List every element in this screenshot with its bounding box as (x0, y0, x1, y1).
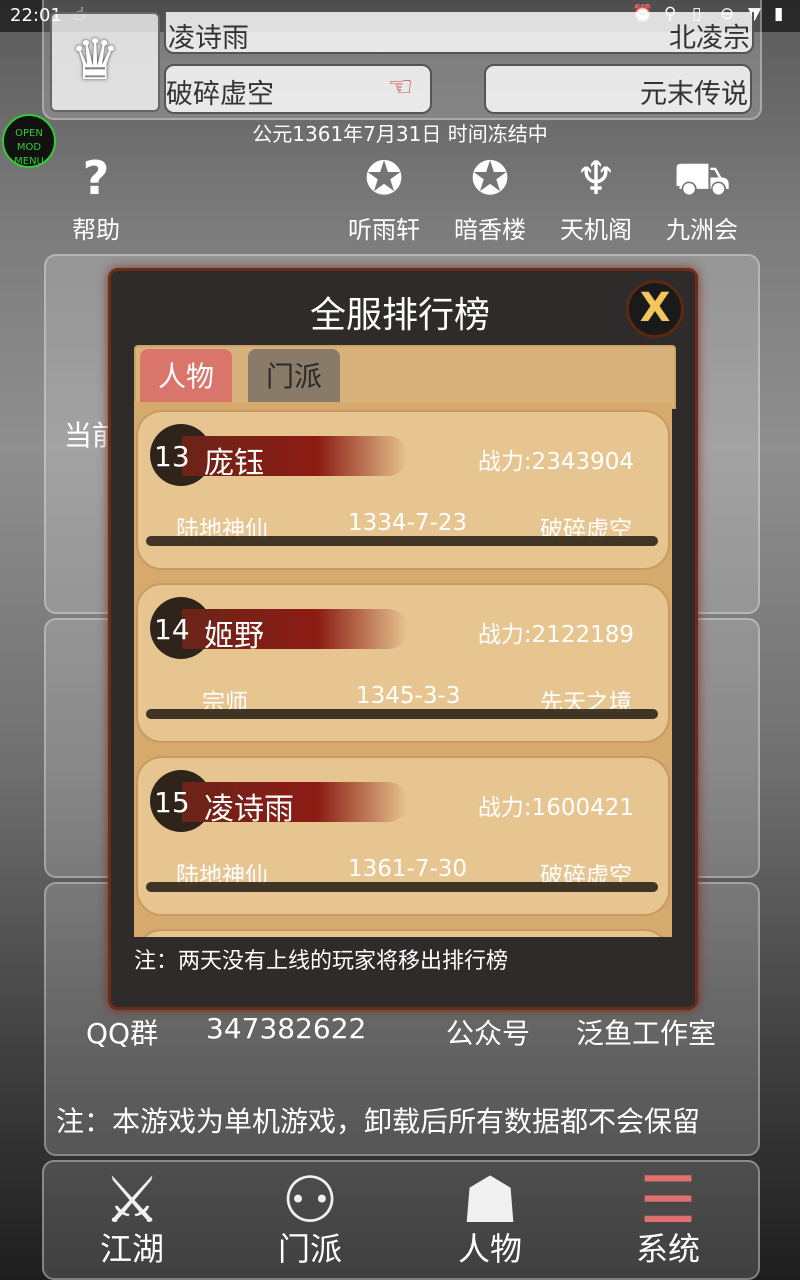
avatar[interactable]: ♛ (50, 12, 160, 112)
combat-power: 战力:1600421 (477, 795, 634, 821)
bottom-nav-character[interactable]: ☗ 人物 (420, 1166, 560, 1270)
player-name: 凌诗雨 (204, 792, 294, 827)
ranking-note: 注：两天没有上线的玩家将移出排行榜 (134, 949, 509, 974)
bottom-nav-system-label: 系统 (635, 1230, 700, 1268)
realm-field: 破碎虚空 ☜ (164, 64, 432, 114)
rank-number: 15 (154, 786, 190, 819)
join-date: 1361-7-30 (348, 856, 468, 882)
player-name: 庞钰 (204, 446, 264, 481)
battery-icon: ▮ (774, 4, 784, 24)
ranking-row[interactable] (136, 929, 670, 937)
player-name: 凌诗雨 (168, 23, 249, 54)
player-realm: 破碎虚空 (166, 79, 274, 110)
tab-characters[interactable]: 人物 (140, 349, 232, 405)
nav-tingyuxuan-label: 听雨轩 (348, 216, 420, 244)
badge-icon: ✪ (364, 151, 404, 205)
qq-label: QQ群 (86, 1017, 159, 1050)
question-icon: ? (82, 151, 110, 205)
game-date: 公元1361年7月31日 时间冻结中 (252, 122, 548, 146)
ranking-row[interactable]: 14 姬野 战力:2122189 宗师 1345-3-3 先天之境 (136, 583, 670, 743)
ranking-row[interactable]: 15 凌诗雨 战力:1600421 陆地神仙 1361-7-30 破碎虚空 (136, 756, 670, 916)
title-field: 元末传说 (484, 64, 752, 114)
bottom-nav-system[interactable]: ☰ 系统 (598, 1166, 738, 1270)
ink-stroke (146, 882, 658, 892)
ink-stroke (146, 536, 658, 546)
nav-tianjige[interactable]: ♆ 天机阁 (546, 148, 646, 245)
footer-note: 注：本游戏为单机游戏，卸载后所有数据都不会保留 (56, 1105, 701, 1138)
wechat-label: 公众号 (446, 1017, 531, 1050)
ranking-list[interactable]: 13 庞钰 战力:2343904 陆地神仙 1334-7-23 破碎虚空 14 … (134, 402, 672, 937)
nav-tianjige-label: 天机阁 (560, 216, 632, 244)
ranking-row[interactable]: 13 庞钰 战力:2343904 陆地神仙 1334-7-23 破碎虚空 (136, 410, 670, 570)
nav-anxianglou[interactable]: ✪ 暗香楼 (440, 148, 540, 245)
trophy-icon: ♆ (575, 151, 617, 205)
combat-power: 战力:2343904 (477, 449, 634, 475)
player-name: 姬野 (204, 619, 264, 654)
bottom-nav-character-label: 人物 (457, 1230, 522, 1268)
nav-help-label: 帮助 (72, 216, 120, 244)
crown-icon: ♛ (70, 28, 121, 93)
nav-jiuzhouhui[interactable]: ⛟ 九洲会 (652, 148, 752, 245)
cart-icon: ⛟ (673, 151, 731, 205)
rank-number: 14 (154, 613, 190, 646)
rank-number: 13 (154, 440, 190, 473)
wechat-name: 泛鱼工作室 (576, 1017, 717, 1050)
combat-power: 战力:2122189 (477, 622, 634, 648)
join-date: 1334-7-23 (348, 510, 468, 536)
pointer-icon: ☜ (388, 70, 414, 103)
close-button[interactable]: X (626, 280, 684, 338)
nav-help[interactable]: ? 帮助 (46, 148, 146, 245)
bottom-nav-jianghu-label: 江湖 (99, 1230, 164, 1268)
nav-tingyuxuan[interactable]: ✪ 听雨轩 (334, 148, 434, 245)
nav-jiuzhouhui-label: 九洲会 (666, 216, 738, 244)
bottom-nav-sect[interactable]: ⚇ 门派 (240, 1166, 380, 1270)
name-field: 凌诗雨 北凌宗 (164, 12, 754, 54)
tab-sects[interactable]: 门派 (248, 349, 340, 405)
bottom-nav-jianghu[interactable]: ⚔ 江湖 (62, 1166, 202, 1270)
join-date: 1345-3-3 (356, 683, 461, 709)
player-title: 元末传说 (640, 79, 748, 110)
player-sect: 北凌宗 (669, 23, 750, 54)
bottom-nav-sect-label: 门派 (277, 1230, 342, 1268)
badge-icon: ✪ (470, 151, 510, 205)
ink-stroke (146, 709, 658, 719)
nav-anxianglou-label: 暗香楼 (454, 216, 526, 244)
qq-number: 347382622 (206, 1012, 367, 1045)
